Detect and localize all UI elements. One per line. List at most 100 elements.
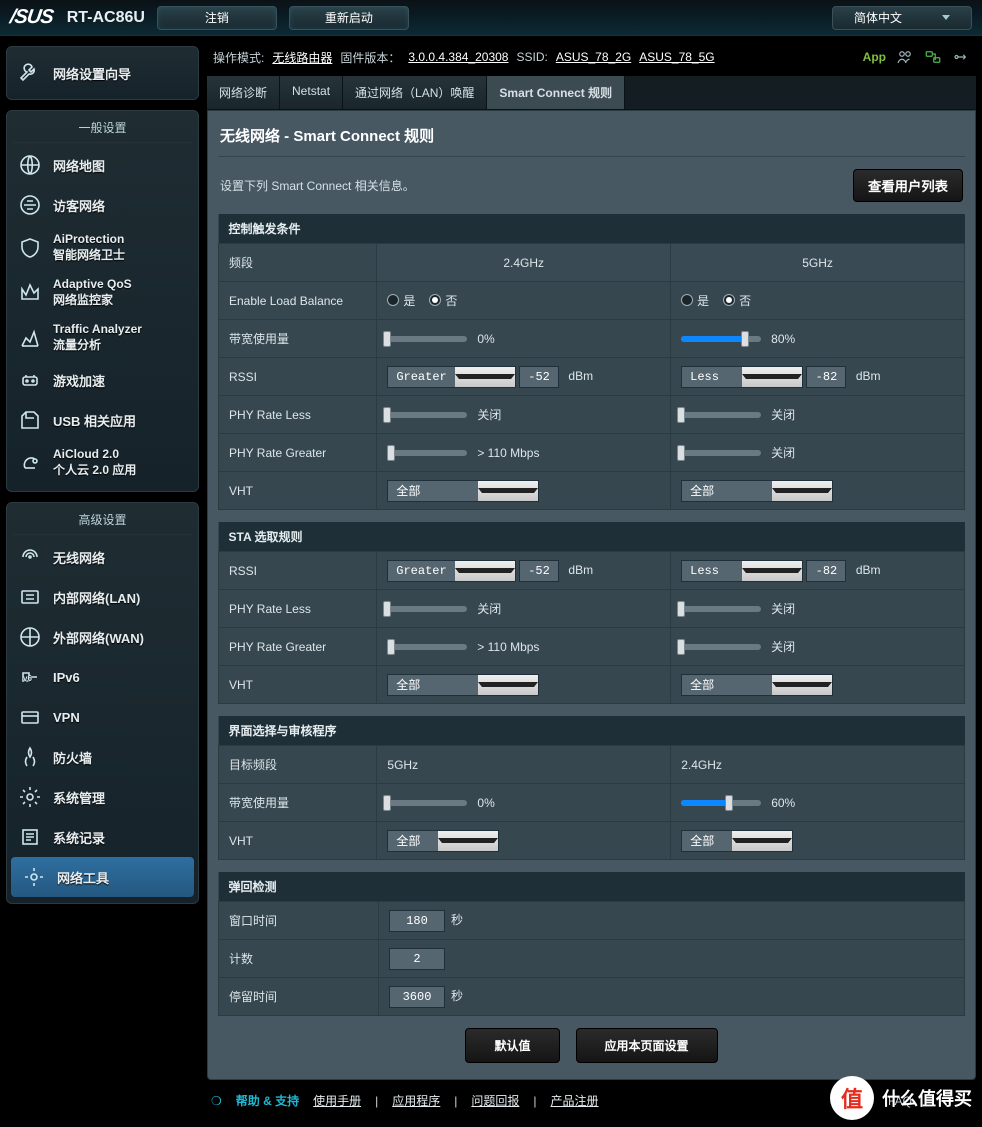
sidebar-icon — [21, 864, 47, 890]
logout-button[interactable]: 注销 — [157, 6, 277, 30]
select[interactable]: Greater — [387, 560, 515, 582]
select[interactable]: Less — [681, 560, 803, 582]
row-dwell-label: 停留时间 — [219, 978, 379, 1016]
footer-apps[interactable]: 应用程序 — [392, 1092, 440, 1109]
opmode-link[interactable]: 无线路由器 — [272, 49, 332, 66]
ssid2-link[interactable]: ASUS_78_5G — [639, 50, 714, 64]
sidebar-item-label: 网络地图 — [53, 156, 105, 175]
usb-icon[interactable] — [952, 48, 970, 66]
slider[interactable]: > 110 Mbps — [387, 446, 539, 460]
apply-button[interactable]: 应用本页面设置 — [576, 1028, 718, 1063]
sidebar-item-gen-7[interactable]: AiCloud 2.0个人云 2.0 应用 — [7, 440, 198, 485]
slider-value: 0% — [477, 332, 494, 346]
select[interactable]: 全部 — [681, 830, 793, 852]
slider[interactable]: 关闭 — [681, 600, 795, 617]
fw-link[interactable]: 3.0.0.4.384_20308 — [408, 50, 508, 64]
sidebar-item-gen-0[interactable]: 网络地图 — [7, 145, 198, 185]
language-select[interactable]: 简体中文 — [832, 6, 972, 30]
rssi-input[interactable] — [806, 366, 846, 388]
app-link[interactable]: App — [863, 50, 886, 64]
slider[interactable]: 0% — [387, 332, 494, 346]
row-count-label: 计数 — [219, 940, 379, 978]
sidebar-item-adv-4[interactable]: VPN — [7, 697, 198, 737]
slider[interactable]: 关闭 — [681, 638, 795, 655]
select[interactable]: 全部 — [387, 480, 539, 502]
select[interactable]: Less — [681, 366, 803, 388]
sidebar-wizard[interactable]: 网络设置向导 — [7, 53, 198, 93]
count-input[interactable] — [389, 948, 445, 970]
clients-icon[interactable] — [896, 48, 914, 66]
footer-faq[interactable]: FAQ — [888, 1094, 912, 1108]
sidebar-item-label: USB 相关应用 — [53, 411, 136, 430]
ssid-label: SSID: — [516, 50, 547, 64]
radio-no[interactable]: 否 — [429, 292, 457, 309]
select[interactable]: 全部 — [387, 830, 499, 852]
chevron-down-icon — [438, 831, 498, 851]
rssi-input[interactable] — [806, 560, 846, 582]
chevron-down-icon — [455, 561, 515, 581]
sidebar-item-gen-1[interactable]: 访客网络 — [7, 185, 198, 225]
select[interactable]: 全部 — [681, 674, 833, 696]
row-rssi-label: RSSI — [219, 358, 377, 396]
select[interactable]: 全部 — [681, 480, 833, 502]
radio-yes[interactable]: 是 — [681, 292, 709, 309]
slider[interactable]: > 110 Mbps — [387, 640, 539, 654]
sidebar-item-label: 系统记录 — [53, 828, 105, 847]
tab-1[interactable]: Netstat — [280, 76, 343, 109]
row-prl2-label: PHY Rate Less — [219, 590, 377, 628]
slider[interactable]: 80% — [681, 332, 795, 346]
slider-value: 80% — [771, 332, 795, 346]
view-client-list-button[interactable]: 查看用户列表 — [853, 169, 963, 202]
slider[interactable]: 0% — [387, 796, 494, 810]
footer-register[interactable]: 产品注册 — [551, 1092, 599, 1109]
network-icon[interactable] — [924, 48, 942, 66]
ssid1-link[interactable]: ASUS_78_2G — [556, 50, 631, 64]
select[interactable]: Greater — [387, 366, 515, 388]
select[interactable]: 全部 — [387, 674, 539, 696]
dwell-input[interactable] — [389, 986, 445, 1008]
sidebar-item-adv-2[interactable]: 外部网络(WAN) — [7, 617, 198, 657]
sidebar-item-label: 访客网络 — [53, 196, 105, 215]
target-24: 5GHz — [377, 746, 671, 784]
sidebar-item-adv-7[interactable]: 系统记录 — [7, 817, 198, 857]
help-support[interactable]: 帮助 & 支持 — [236, 1092, 299, 1109]
window-input[interactable] — [389, 910, 445, 932]
tab-0[interactable]: 网络诊断 — [207, 76, 280, 109]
slider-value: > 110 Mbps — [477, 640, 539, 654]
sidebar-item-gen-5[interactable]: 游戏加速 — [7, 360, 198, 400]
sidebar-item-adv-3[interactable]: v6IPv6 — [7, 657, 198, 697]
sidebar-item-gen-6[interactable]: USB 相关应用 — [7, 400, 198, 440]
reboot-button[interactable]: 重新启动 — [289, 6, 409, 30]
sidebar-item-adv-1[interactable]: 内部网络(LAN) — [7, 577, 198, 617]
slider[interactable]: 关闭 — [681, 444, 795, 461]
slider[interactable]: 关闭 — [387, 406, 501, 423]
footer-manual[interactable]: 使用手册 — [313, 1092, 361, 1109]
section-header-sta: STA 选取规则 — [219, 522, 965, 552]
slider[interactable]: 关闭 — [681, 406, 795, 423]
row-bw-label: 带宽使用量 — [219, 320, 377, 358]
slider[interactable]: 关闭 — [387, 600, 501, 617]
sidebar-item-adv-0[interactable]: 无线网络 — [7, 537, 198, 577]
tab-2[interactable]: 通过网络（LAN）唤醒 — [343, 76, 487, 109]
slider[interactable]: 60% — [681, 796, 795, 810]
rssi-input[interactable] — [519, 366, 559, 388]
unit-dbm: dBm — [856, 563, 881, 577]
footer-report[interactable]: 问题回报 — [471, 1092, 519, 1109]
sidebar-item-adv-6[interactable]: 系统管理 — [7, 777, 198, 817]
sidebar-item-gen-2[interactable]: AiProtection智能网络卫士 — [7, 225, 198, 270]
sidebar-icon — [17, 450, 43, 476]
default-button[interactable]: 默认值 — [465, 1028, 559, 1063]
slider-value: 关闭 — [771, 600, 795, 617]
sidebar-item-adv-5[interactable]: 防火墙 — [7, 737, 198, 777]
unit-sec: 秒 — [451, 913, 463, 927]
rssi-input[interactable] — [519, 560, 559, 582]
sidebar-icon — [17, 584, 43, 610]
tab-3[interactable]: Smart Connect 规则 — [487, 76, 625, 109]
sidebar-item-gen-3[interactable]: Adaptive QoS网络监控家 — [7, 270, 198, 315]
slider-value: 0% — [477, 796, 494, 810]
radio-no[interactable]: 否 — [723, 292, 751, 309]
sidebar-item-adv-8[interactable]: 网络工具 — [11, 857, 194, 897]
sidebar-item-gen-4[interactable]: Traffic Analyzer流量分析 — [7, 315, 198, 360]
radio-yes[interactable]: 是 — [387, 292, 415, 309]
unit-dbm: dBm — [856, 369, 881, 383]
